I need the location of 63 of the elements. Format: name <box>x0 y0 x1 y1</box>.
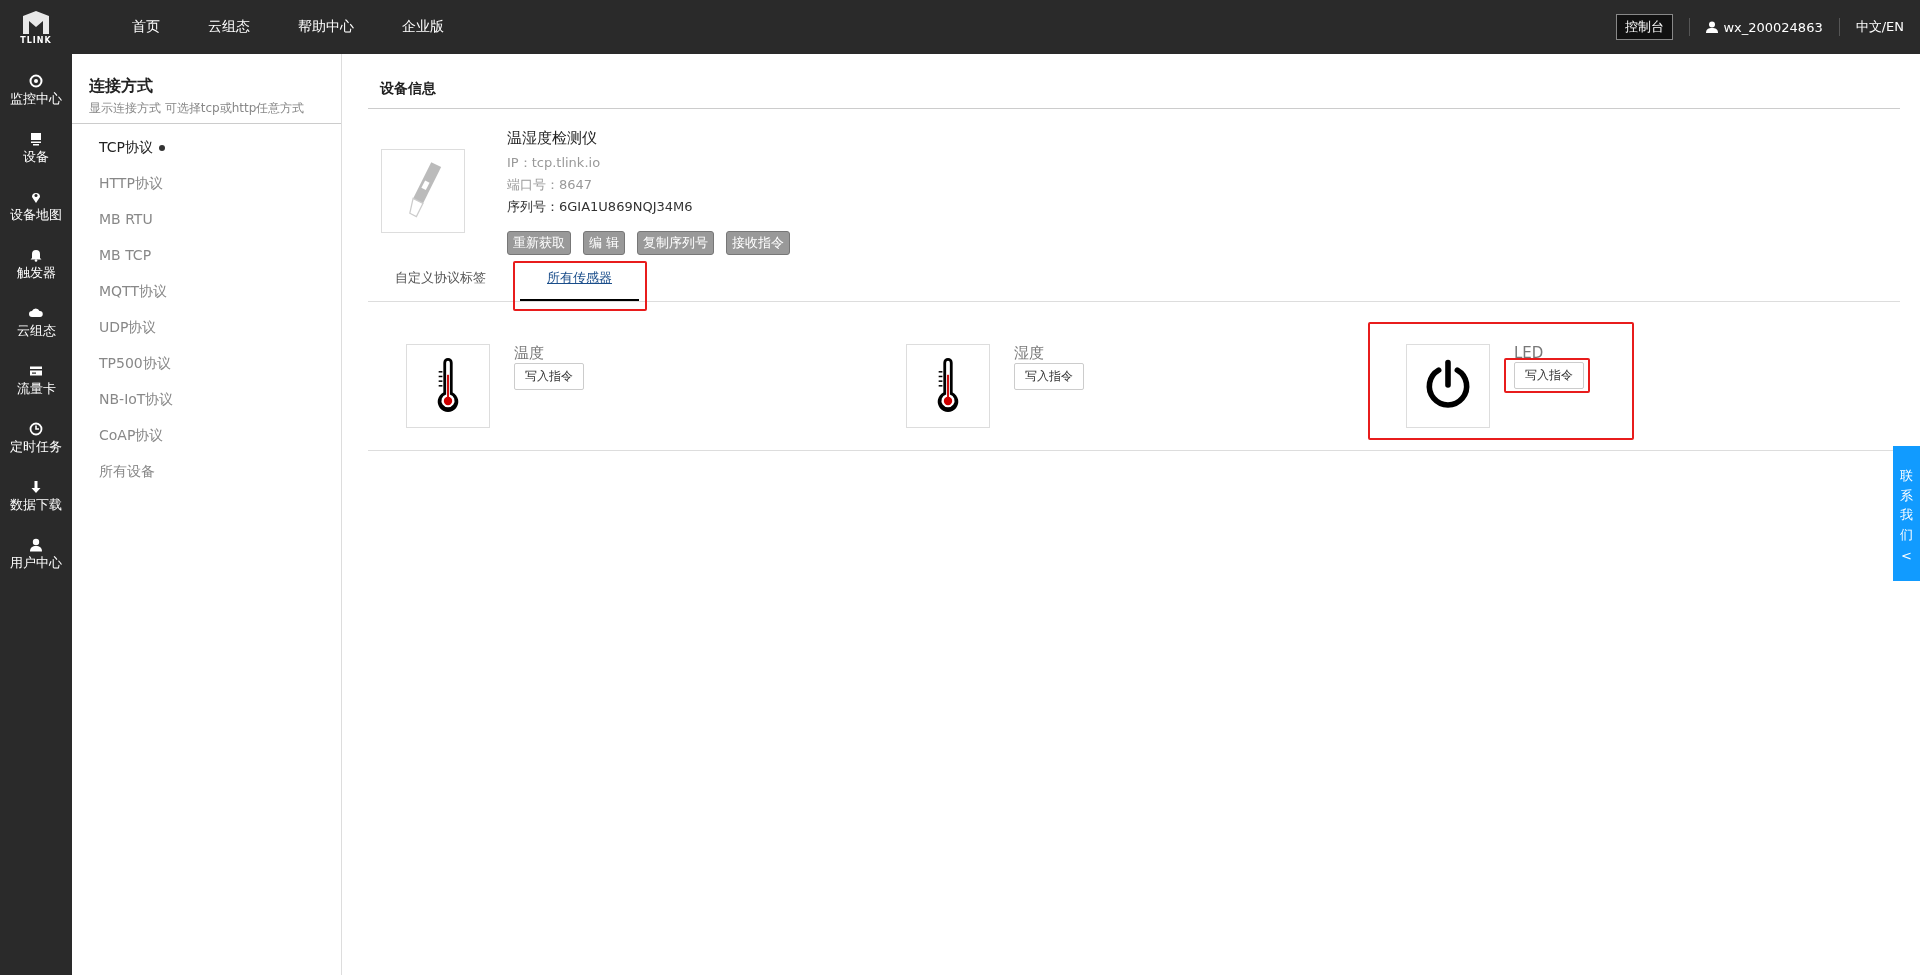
protocol-item[interactable]: NB-IoT协议 <box>99 388 174 424</box>
device-name: 温湿度检测仪 <box>507 129 598 148</box>
bell-icon <box>29 248 43 262</box>
side-nav-item[interactable]: 设备地图 <box>0 190 72 248</box>
protocol-item[interactable]: TCP协议 <box>99 136 165 172</box>
side-nav-label: 用户中心 <box>10 555 62 572</box>
sensor-name: 温度 <box>514 344 545 363</box>
device-ip: IP：tcp.tlink.io <box>507 154 602 172</box>
download-icon <box>29 480 43 494</box>
section-title: 设备信息 <box>368 54 1900 109</box>
nav-link[interactable]: 云组态 <box>184 18 274 36</box>
logo[interactable]: TLINK <box>0 9 72 45</box>
logo-icon <box>21 9 51 36</box>
nav-link[interactable]: 企业版 <box>378 18 468 36</box>
device-serial: 序列号：6GIA1U869NQJ34M6 <box>507 198 694 216</box>
side-nav-label: 触发器 <box>16 265 56 282</box>
clock-icon <box>29 422 43 436</box>
protocol-item[interactable]: HTTP协议 <box>99 172 163 208</box>
write-command-button[interactable]: 写入指令 <box>1514 362 1584 389</box>
target-icon <box>29 74 43 88</box>
user-icon <box>29 538 43 552</box>
console-button[interactable]: 控制台 <box>1616 14 1674 40</box>
side-nav-label: 云组态 <box>16 323 56 340</box>
side-nav-item[interactable]: 数据下载 <box>0 480 72 538</box>
cloud-icon <box>29 306 43 320</box>
side-nav-item[interactable]: 定时任务 <box>0 422 72 480</box>
nav-link[interactable]: 帮助中心 <box>274 18 378 36</box>
logo-text: TLINK <box>20 35 52 45</box>
map-pin-icon <box>29 190 43 204</box>
sensor-name: LED <box>1514 344 1545 362</box>
protocol-item[interactable]: 所有设备 <box>99 460 155 496</box>
protocol-item[interactable]: TP500协议 <box>99 352 171 388</box>
side-nav-label: 监控中心 <box>10 91 62 108</box>
sensor-name: 湿度 <box>1014 344 1045 363</box>
panel-title: 连接方式 <box>89 76 154 97</box>
language-link[interactable]: 中文/EN <box>1855 18 1904 36</box>
side-nav-item[interactable]: 用户中心 <box>0 538 72 596</box>
write-command-button[interactable]: 写入指令 <box>1014 363 1084 390</box>
selected-dot-icon <box>158 145 165 151</box>
protocol-item[interactable]: CoAP协议 <box>99 424 164 460</box>
write-command-button[interactable]: 写入指令 <box>514 363 584 390</box>
tab[interactable]: 自定义协议标签 <box>368 261 513 299</box>
side-nav-item[interactable]: 设备 <box>0 132 72 190</box>
side-nav-label: 定时任务 <box>10 439 62 456</box>
side-nav-label: 设备地图 <box>10 207 62 224</box>
protocol-item[interactable]: MB RTU <box>99 208 153 244</box>
side-nav-label: 数据下载 <box>10 497 62 514</box>
side-nav-label: 流量卡 <box>16 381 56 398</box>
side-nav-item[interactable]: 流量卡 <box>0 364 72 422</box>
side-nav-item[interactable]: 监控中心 <box>0 74 72 132</box>
tab[interactable]: 所有传感器 <box>520 261 639 301</box>
user-icon <box>1706 21 1719 33</box>
protocol-item[interactable]: MB TCP <box>99 244 152 280</box>
card-icon <box>29 364 43 378</box>
monitor-icon <box>29 132 43 146</box>
protocol-item[interactable]: UDP协议 <box>99 316 157 352</box>
side-nav-item[interactable]: 云组态 <box>0 306 72 364</box>
device-port: 端口号：8647 <box>507 176 594 194</box>
protocol-item[interactable]: MQTT协议 <box>99 280 167 316</box>
side-nav-item[interactable]: 触发器 <box>0 248 72 306</box>
panel-subtitle: 显示连接方式 可选择tcp或http任意方式 <box>89 100 306 117</box>
nav-link[interactable]: 首页 <box>108 18 184 36</box>
side-nav-label: 设备 <box>23 149 49 166</box>
